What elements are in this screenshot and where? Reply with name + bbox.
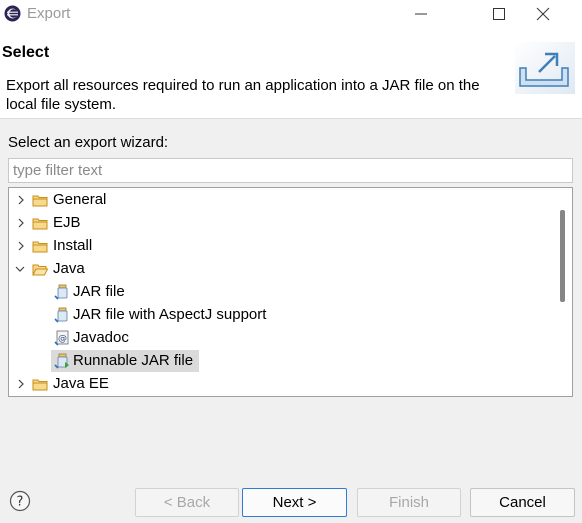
- export-wizard-icon: [515, 42, 575, 94]
- page-title: Select: [2, 44, 50, 61]
- tree-item-label: Runnable JAR file: [73, 352, 194, 369]
- tree-item-label: Install: [53, 237, 93, 254]
- page-description: Export all resources required to run an …: [6, 77, 480, 113]
- folder-icon: [32, 379, 48, 391]
- eclipse-icon: [4, 5, 21, 22]
- close-button[interactable]: [536, 0, 582, 28]
- tree-item-general[interactable]: General: [9, 189, 554, 212]
- jar-file-icon: [54, 284, 68, 300]
- folder-open-icon: [32, 264, 48, 276]
- tree-item-java[interactable]: Java: [9, 258, 554, 281]
- svg-text:@: @: [58, 334, 67, 344]
- chevron-down-icon[interactable]: [15, 264, 25, 274]
- maximize-button[interactable]: [476, 0, 522, 28]
- tree-item-javadoc[interactable]: @ Javadoc: [9, 327, 554, 350]
- maximize-icon: [493, 8, 505, 20]
- tree-item-label: JAR file: [73, 283, 125, 300]
- folder-icon: [32, 195, 48, 207]
- tree-item-label: Java EE: [53, 375, 109, 392]
- next-button[interactable]: Next >: [242, 488, 347, 517]
- finish-button[interactable]: Finish: [357, 488, 461, 517]
- help-icon[interactable]: ?: [9, 490, 31, 512]
- javadoc-icon: @: [54, 330, 69, 346]
- tree-item-label: EJB: [53, 214, 81, 231]
- folder-icon: [32, 218, 48, 230]
- tree-item-label: Java: [53, 260, 85, 277]
- jar-file-icon: [54, 307, 68, 323]
- chevron-right-icon[interactable]: [16, 195, 26, 205]
- folder-icon: [32, 241, 48, 253]
- minimize-icon: [415, 13, 427, 15]
- tree-item-install[interactable]: Install: [9, 235, 554, 258]
- filter-input[interactable]: [8, 158, 573, 183]
- window-title: Export: [27, 5, 71, 22]
- tree-item-jar-aspectj[interactable]: JAR file with AspectJ support: [9, 304, 554, 327]
- tree-item-ejb[interactable]: EJB: [9, 212, 554, 235]
- runnable-jar-icon: [54, 353, 69, 369]
- chevron-right-icon[interactable]: [16, 241, 26, 251]
- tree-item-jar-file[interactable]: JAR file: [9, 281, 554, 304]
- wizard-header: Select Export all resources required to …: [0, 28, 582, 119]
- wizard-select-label: Select an export wizard:: [8, 134, 169, 151]
- tree-item-java-ee[interactable]: Java EE: [9, 373, 554, 396]
- title-bar: Export: [0, 0, 582, 28]
- svg-text:?: ?: [17, 495, 24, 510]
- tree-scrollbar[interactable]: [554, 188, 572, 396]
- close-icon: [536, 7, 550, 21]
- chevron-right-icon[interactable]: [16, 379, 26, 389]
- tree-item-runnable-jar[interactable]: Runnable JAR file: [9, 350, 554, 373]
- tree-item-label: Javadoc: [73, 329, 129, 346]
- tree-item-label: JAR file with AspectJ support: [73, 306, 267, 323]
- back-button[interactable]: < Back: [135, 488, 239, 517]
- minimize-button[interactable]: [398, 0, 444, 28]
- cancel-button[interactable]: Cancel: [470, 488, 575, 517]
- chevron-right-icon[interactable]: [16, 218, 26, 228]
- tree-item-label: General: [53, 191, 107, 208]
- scrollbar-thumb[interactable]: [560, 210, 565, 302]
- wizard-tree[interactable]: General EJB Install Java JAR file JAR fi…: [8, 187, 573, 397]
